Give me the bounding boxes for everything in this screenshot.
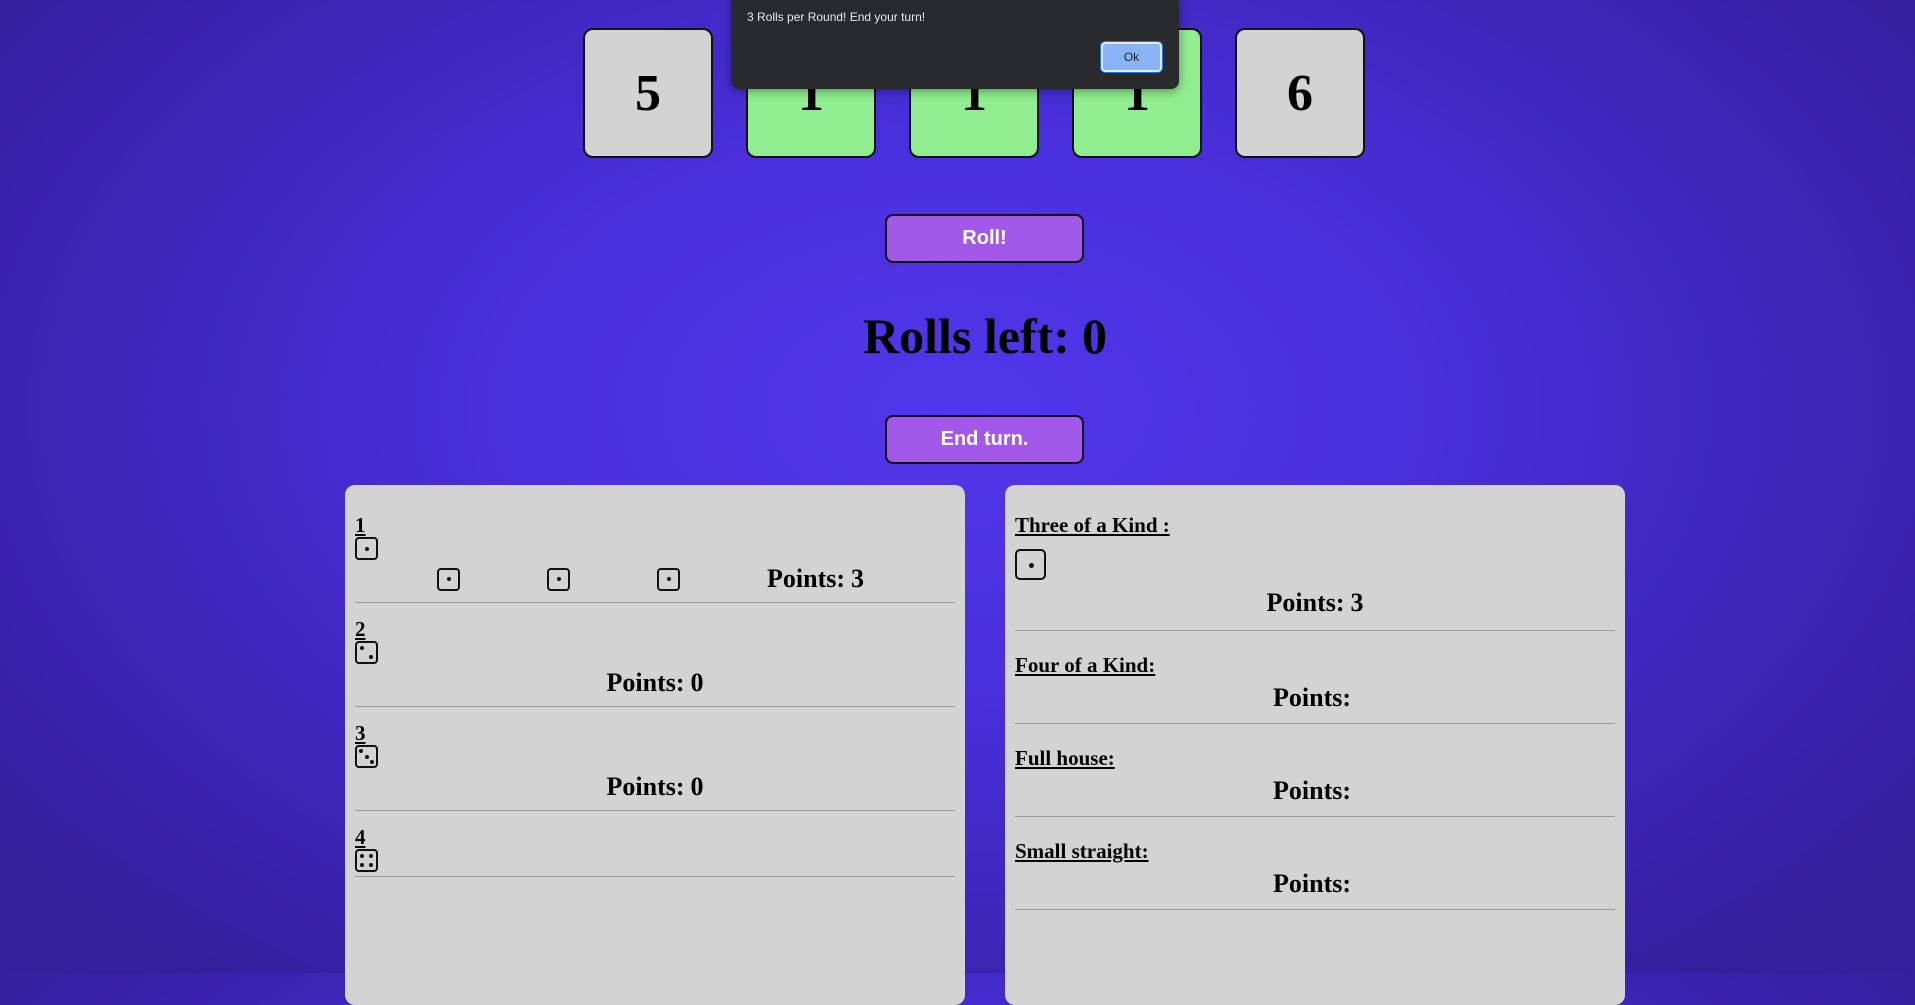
- points-display: Points:: [1273, 683, 1357, 713]
- die-face-icon: [437, 567, 460, 591]
- points-label: Points:: [767, 564, 845, 593]
- score-section-four-of-a-kind[interactable]: Four of a Kind: Points:: [1015, 645, 1615, 724]
- roll-button[interactable]: Roll!: [885, 214, 1084, 263]
- alert-ok-button[interactable]: Ok: [1100, 41, 1163, 73]
- die-face-icon: [355, 537, 378, 560]
- points-value: 3: [1350, 588, 1364, 617]
- points-display: Points: 0: [607, 772, 704, 802]
- score-section-ones[interactable]: 1 Points: 3: [355, 513, 955, 603]
- points-row: Points:: [1015, 863, 1615, 905]
- end-turn-button[interactable]: End turn.: [885, 415, 1084, 464]
- points-display: Points:: [1273, 869, 1357, 899]
- points-label: Points:: [606, 668, 685, 697]
- die-face-icon: [547, 567, 570, 591]
- points-display: Points:: [1273, 776, 1357, 806]
- upper-score-panel: 1 Points: 3 2 Points: 0 3 Points: 0 4: [345, 485, 965, 1005]
- points-label: Points:: [1266, 588, 1345, 617]
- points-value: 3: [851, 564, 864, 593]
- points-display: Points: 3: [767, 564, 864, 594]
- rolls-left-label: Rolls left:: [863, 308, 1070, 364]
- points-value: 0: [690, 668, 704, 697]
- die-5[interactable]: 6: [1235, 28, 1365, 158]
- section-title: Small straight:: [1015, 839, 1149, 863]
- pip: [556, 577, 561, 581]
- alert-dialog: 3 Rolls per Round! End your turn! Ok: [731, 0, 1179, 89]
- points-row: Points: 0: [355, 768, 955, 806]
- die-face-icon: [355, 745, 378, 768]
- pip: [359, 749, 364, 754]
- points-display: Points: 3: [1267, 588, 1364, 618]
- score-section-twos[interactable]: 2 Points: 0: [355, 617, 955, 707]
- section-title: 2: [355, 617, 366, 641]
- points-row: Points: 3: [1015, 580, 1615, 626]
- points-row: Points:: [1015, 677, 1615, 719]
- pip: [369, 655, 374, 660]
- alert-message: 3 Rolls per Round! End your turn!: [747, 10, 926, 24]
- pip: [359, 645, 364, 650]
- points-label: Points:: [1273, 776, 1351, 805]
- points-display: Points: 0: [607, 668, 704, 698]
- pip: [446, 577, 451, 581]
- points-row: Points: 0: [355, 664, 955, 702]
- section-title: 3: [355, 721, 366, 745]
- rolls-left-value: 0: [1081, 308, 1107, 364]
- die-1[interactable]: 5: [583, 28, 713, 158]
- section-title: 4: [355, 825, 366, 849]
- points-label: Points:: [1273, 683, 1351, 712]
- lower-score-panel: Three of a Kind : Points: 3 Four of a Kin…: [1005, 485, 1625, 1005]
- pip: [359, 863, 364, 868]
- die-face-icon: [355, 849, 378, 872]
- pip: [666, 577, 671, 581]
- score-section-threes[interactable]: 3 Points: 0: [355, 721, 955, 811]
- section-title: 1: [355, 513, 366, 537]
- score-section-fours[interactable]: 4: [355, 825, 955, 877]
- points-label: Points:: [1273, 869, 1351, 898]
- section-title: Four of a Kind:: [1015, 653, 1156, 677]
- pip: [364, 546, 369, 551]
- die-face-icon: [355, 641, 378, 664]
- pip: [1028, 562, 1034, 568]
- points-row: Points:: [1015, 770, 1615, 812]
- section-title: Full house:: [1015, 746, 1115, 770]
- points-value: 0: [690, 772, 704, 801]
- rolls-left-counter: Rolls left: 0: [0, 306, 1915, 366]
- pip: [369, 853, 374, 858]
- die-face-icon: [657, 567, 680, 591]
- score-section-small-straight[interactable]: Small straight: Points:: [1015, 831, 1615, 910]
- pip: [369, 863, 374, 868]
- die-face-icon: [1015, 549, 1046, 580]
- score-section-three-of-a-kind[interactable]: Three of a Kind : Points: 3: [1015, 513, 1615, 631]
- points-label: Points:: [606, 772, 685, 801]
- pip: [364, 754, 369, 759]
- points-row: Points: 3: [355, 560, 955, 598]
- pip: [359, 853, 364, 858]
- pip: [369, 759, 374, 764]
- section-title: Three of a Kind :: [1015, 513, 1170, 537]
- score-section-full-house[interactable]: Full house: Points:: [1015, 738, 1615, 817]
